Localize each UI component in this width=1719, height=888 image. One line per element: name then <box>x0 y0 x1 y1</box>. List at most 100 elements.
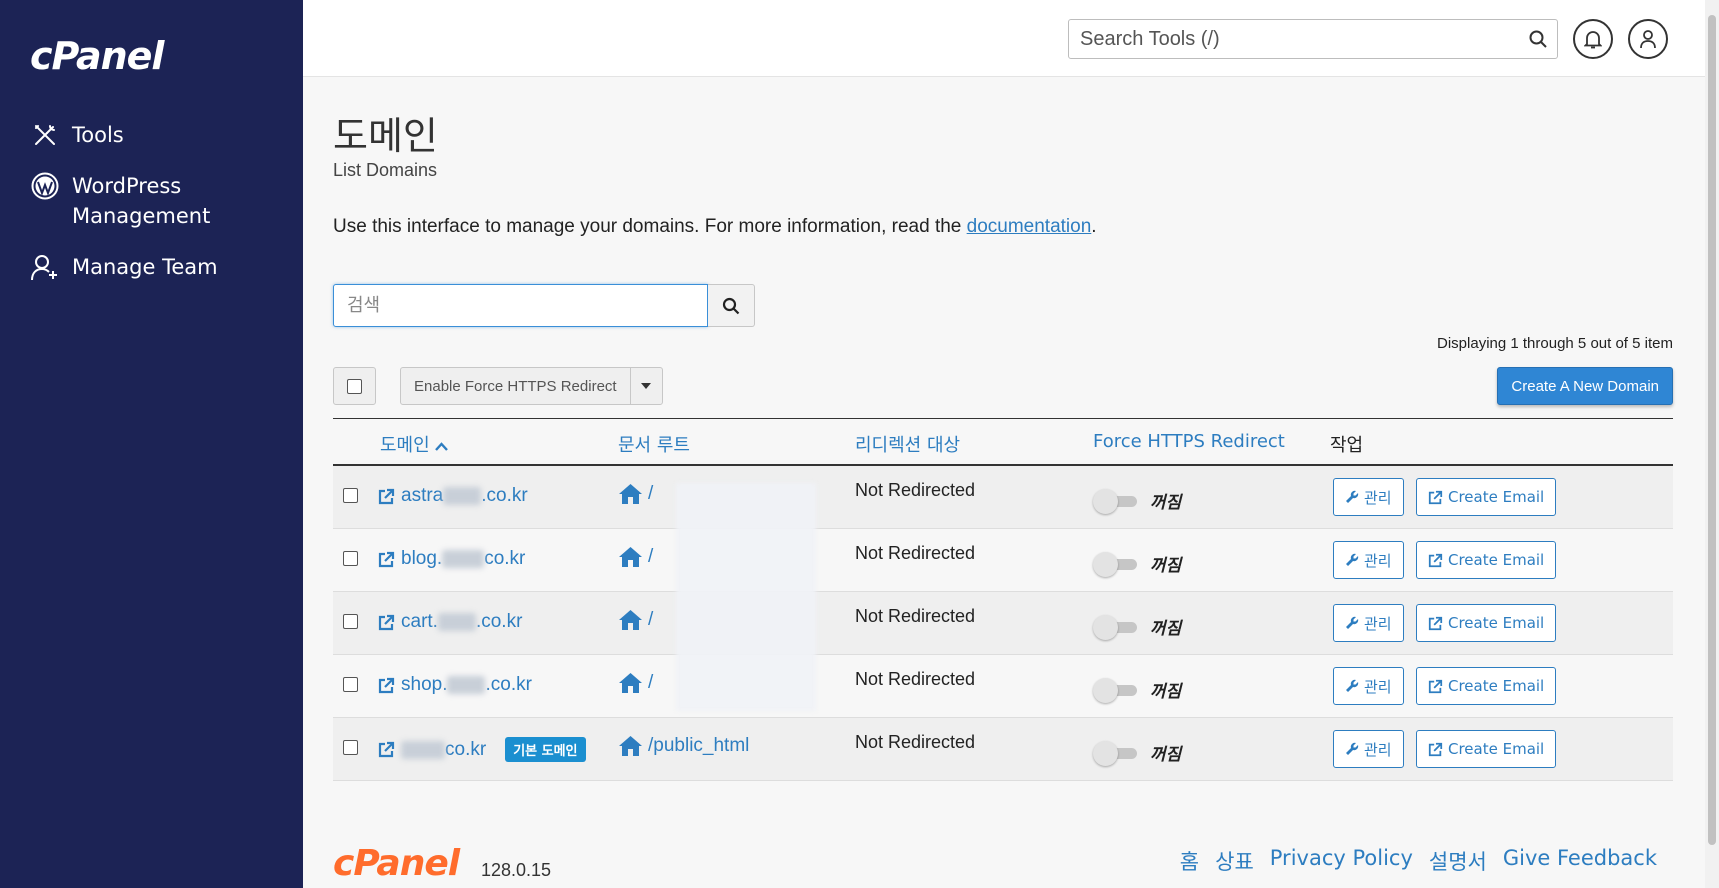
footer-cpanel-logo[interactable]: cPanel <box>333 843 460 884</box>
footer-link-documentation[interactable]: 설명서 <box>1429 846 1487 876</box>
footer-links: 홈 상표 Privacy Policy 설명서 Give Feedback <box>1180 846 1657 876</box>
manage-button[interactable]: 관리 <box>1333 730 1404 768</box>
redirect-status: Not Redirected <box>855 543 976 563</box>
wordpress-icon <box>30 171 60 201</box>
table-row: astra .co.kr / Not Redirected 꺼짐 관리 Creat… <box>333 466 1673 529</box>
notifications-button[interactable] <box>1573 19 1613 59</box>
create-email-button[interactable]: Create Email <box>1416 730 1557 768</box>
search-icon[interactable] <box>1528 29 1548 54</box>
create-email-button[interactable]: Create Email <box>1416 478 1557 516</box>
checkbox[interactable] <box>343 488 358 503</box>
checkbox[interactable] <box>343 551 358 566</box>
row-checkbox[interactable] <box>343 551 358 571</box>
external-link-icon <box>1428 616 1443 630</box>
column-domain[interactable]: 도메인 <box>380 431 449 457</box>
domains-table: 도메인 문서 루트 리디렉션 대상 Force HTTPS Redirect 작… <box>333 418 1673 781</box>
domain-prefix: cart. <box>401 611 438 632</box>
domain-suffix: co.kr <box>445 738 487 760</box>
row-checkbox[interactable] <box>343 677 358 697</box>
document-root-link[interactable]: / <box>618 483 653 505</box>
column-redirect[interactable]: 리디렉션 대상 <box>855 431 960 457</box>
manage-button[interactable]: 관리 <box>1333 604 1404 642</box>
checkbox[interactable] <box>343 740 358 755</box>
toggle-knob <box>1093 614 1118 640</box>
bulk-action-label[interactable]: Enable Force HTTPS Redirect <box>401 368 631 404</box>
toggle-knob <box>1093 740 1118 766</box>
toggle-switch[interactable] <box>1093 551 1138 577</box>
row-checkbox[interactable] <box>343 488 358 508</box>
toggle-switch[interactable] <box>1093 677 1138 703</box>
footer-link-trademarks[interactable]: 상표 <box>1215 846 1254 876</box>
force-https-toggle[interactable]: 꺼짐 <box>1093 551 1181 577</box>
force-https-toggle[interactable]: 꺼짐 <box>1093 740 1181 766</box>
toggle-knob <box>1093 677 1118 703</box>
column-actions: 작업 <box>1330 435 1364 456</box>
domain-link[interactable]: cart. .co.kr <box>378 611 522 633</box>
document-root-link[interactable]: / <box>618 546 653 568</box>
bulk-action-button[interactable]: Enable Force HTTPS Redirect <box>400 367 663 405</box>
toggle-switch[interactable] <box>1093 740 1138 766</box>
table-header: 도메인 문서 루트 리디렉션 대상 Force HTTPS Redirect 작… <box>333 419 1673 466</box>
external-link-icon <box>1428 742 1443 756</box>
home-icon <box>619 484 642 504</box>
scrollbar[interactable] <box>1705 0 1719 888</box>
column-document-root[interactable]: 문서 루트 <box>618 431 690 457</box>
domain-search-button[interactable] <box>708 284 755 327</box>
domain-search-input[interactable] <box>334 285 707 326</box>
checkbox[interactable] <box>343 677 358 692</box>
document-root-link[interactable]: / <box>618 609 653 631</box>
domain-search <box>333 284 708 327</box>
create-email-label: Create Email <box>1448 677 1545 695</box>
domain-link[interactable]: astra .co.kr <box>378 485 528 507</box>
footer-link-privacy-policy[interactable]: Privacy Policy <box>1270 846 1413 876</box>
external-link-icon <box>378 551 395 567</box>
caret-down-icon[interactable] <box>631 368 662 404</box>
domain-suffix: .co.kr <box>475 611 523 632</box>
create-email-label: Create Email <box>1448 614 1545 632</box>
search-icon <box>722 297 740 314</box>
search-tools-input[interactable] <box>1069 20 1509 58</box>
force-https-toggle[interactable]: 꺼짐 <box>1093 614 1182 640</box>
cpanel-logo[interactable]: cPanel <box>30 34 164 78</box>
domain-link[interactable]: shop. .co.kr <box>378 674 532 696</box>
force-https-toggle[interactable]: 꺼짐 <box>1093 677 1181 703</box>
manage-button[interactable]: 관리 <box>1333 541 1404 579</box>
toggle-label: 꺼짐 <box>1150 619 1182 639</box>
footer-link-home[interactable]: 홈 <box>1180 846 1199 876</box>
footer-link-give-feedback[interactable]: Give Feedback <box>1503 846 1657 876</box>
create-email-button[interactable]: Create Email <box>1416 604 1557 642</box>
select-all-checkbox[interactable] <box>333 367 376 405</box>
scrollbar-thumb[interactable] <box>1708 15 1716 845</box>
tools-icon <box>30 120 60 150</box>
checkbox[interactable] <box>343 614 358 629</box>
redacted <box>443 487 482 505</box>
manage-button[interactable]: 관리 <box>1333 667 1404 705</box>
create-email-button[interactable]: Create Email <box>1416 541 1557 579</box>
column-force-https[interactable]: Force HTTPS Redirect <box>1093 431 1285 452</box>
domain-suffix: .co.kr <box>481 485 528 506</box>
force-https-toggle[interactable]: 꺼짐 <box>1093 488 1181 514</box>
sidebar-item-manage-team[interactable]: Manage Team <box>30 252 218 282</box>
documentation-link[interactable]: documentation <box>967 216 1092 237</box>
checkbox[interactable] <box>347 378 362 394</box>
domain-link[interactable]: co.kr 기본 도메인 <box>378 737 586 762</box>
domain-prefix: astra <box>401 485 444 506</box>
row-checkbox[interactable] <box>343 740 358 760</box>
redirect-status: Not Redirected <box>855 606 976 626</box>
home-icon <box>619 547 642 567</box>
document-root-path: / <box>648 672 654 693</box>
document-root-link[interactable]: /public_html <box>618 735 749 757</box>
user-menu-button[interactable] <box>1628 19 1668 59</box>
create-domain-button[interactable]: Create A New Domain <box>1497 367 1673 405</box>
sidebar-item-tools[interactable]: Tools <box>30 120 124 150</box>
wrench-icon <box>1346 742 1359 755</box>
create-email-button[interactable]: Create Email <box>1416 667 1557 705</box>
table-row: blog. co.kr / Not Redirected 꺼짐 관리 Create… <box>333 529 1673 592</box>
document-root-link[interactable]: / <box>618 672 653 694</box>
manage-button[interactable]: 관리 <box>1333 478 1404 516</box>
toggle-switch[interactable] <box>1093 614 1138 640</box>
row-checkbox[interactable] <box>343 614 358 634</box>
toggle-switch[interactable] <box>1093 488 1138 514</box>
sidebar-item-wordpress[interactable]: WordPress Management <box>30 171 262 231</box>
domain-link[interactable]: blog. co.kr <box>378 548 525 570</box>
